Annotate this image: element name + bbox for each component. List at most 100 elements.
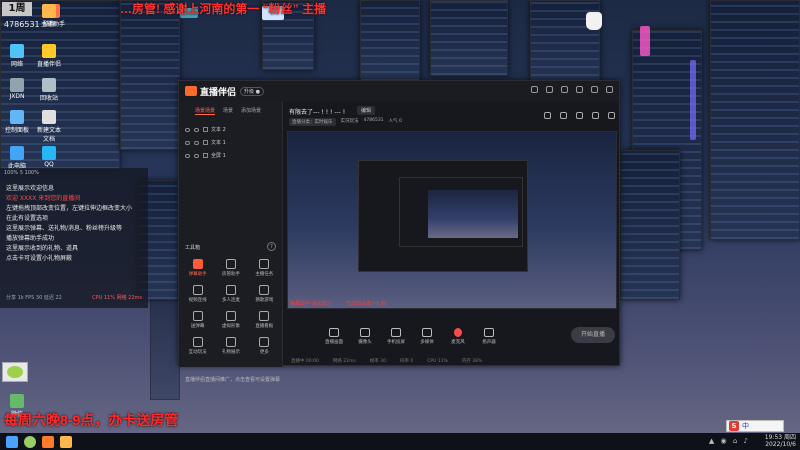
source-item[interactable]: 文本 2 (179, 123, 282, 136)
chat-message: 这里展示欢迎信息 (6, 185, 55, 192)
screen-capture-button[interactable]: 直播画面 (323, 327, 345, 345)
source-label: 文本 2 (211, 127, 226, 133)
tool-icon (225, 259, 236, 269)
settings-icon[interactable] (592, 112, 599, 119)
tool-button[interactable]: 虚拟形象 (214, 311, 247, 329)
upgrade-pill[interactable]: 升级 ● (240, 86, 264, 96)
source-item[interactable]: 文本 1 (179, 136, 282, 149)
lock-icon[interactable] (576, 112, 583, 119)
chat-messages: 这里展示欢迎信息 欢迎 XXXX 来到您的直播间 左键拖拽顶部改变位置，左键拉伸边框… (0, 184, 148, 264)
mail-icon[interactable] (546, 86, 553, 93)
tool-icon (225, 311, 236, 321)
speaker-button[interactable]: 扬声器 (478, 327, 500, 345)
phone-cast-button[interactable]: 手机投屏 (385, 327, 407, 345)
action-label: 麦克风 (451, 339, 465, 345)
unlock-icon[interactable] (560, 112, 567, 119)
tool-button[interactable]: 更多 (248, 337, 281, 355)
menu-icon[interactable] (561, 86, 568, 93)
chat-message: 在此有设置选项 (6, 215, 49, 222)
desktop-icon[interactable]: 直播伴侣 (36, 44, 62, 68)
minimize-button[interactable] (576, 86, 583, 93)
tool-button[interactable]: 猜歌游戏 (248, 285, 281, 303)
close-button[interactable] (606, 86, 613, 93)
tool-icon (259, 259, 270, 269)
start-icon[interactable] (6, 435, 18, 448)
desktop-icon[interactable]: 网络 (4, 44, 30, 68)
eye-icon[interactable] (185, 153, 190, 158)
chat-stats-right: CPU 11% 网络 22ms (92, 295, 142, 301)
desktop-icon[interactable]: QQ (36, 146, 62, 168)
tool-icon (225, 285, 236, 295)
eye-icon[interactable] (185, 140, 190, 145)
tool-label: 房管助手 (221, 272, 240, 277)
chat-stats: 分享 1k FPS 30 延迟 22 CPU 11% 网络 22ms (0, 294, 148, 301)
chat-message: 这里展示收到的礼物、道具 (6, 245, 79, 252)
tool-button[interactable]: 视频连线 (181, 285, 214, 303)
app-shortcut-icon (42, 4, 56, 18)
tool-button[interactable]: 多人连麦 (214, 285, 247, 303)
tab-add-scene[interactable]: 添加场景 (241, 107, 261, 115)
tool-button[interactable]: 直播看板 (248, 311, 281, 329)
screen-capture-icon (329, 327, 339, 337)
tab-scene-main[interactable]: 场景场景 (195, 107, 216, 115)
tray-icons[interactable]: ▲ ◉ ⌂ ♪ (709, 437, 750, 445)
desktop-icon[interactable]: JXDN (4, 78, 30, 100)
room-meta: 直播分类：实时娱乐 实况玩法 4786531 人气 0 (289, 118, 402, 126)
room-category[interactable]: 直播分类：实时娱乐 (289, 118, 336, 126)
maximize-button[interactable] (591, 86, 598, 93)
source-label: 文本 1 (211, 140, 226, 146)
share-icon[interactable] (608, 112, 615, 119)
desktop-icon[interactable]: 回收站 (36, 78, 62, 102)
desktop-icon[interactable]: 新建文本文档 (36, 110, 62, 143)
pet-widget[interactable] (2, 362, 28, 382)
cat-icon (586, 12, 602, 30)
status-item: 码率 0 (399, 359, 414, 364)
bottom-notice[interactable]: 直播伴侣直播间推广，点击查看可设置弹幕 (185, 376, 280, 383)
tool-button[interactable]: 礼物展示 (214, 337, 247, 355)
tool-button[interactable]: 送弹幕 (181, 311, 214, 329)
room-title: 有限去了--- ! ! ! --- ! (289, 109, 346, 116)
tool-button[interactable]: 房管助手 (214, 259, 247, 277)
lock-icon[interactable] (194, 127, 199, 132)
action-label: 摄像头 (358, 339, 372, 345)
browser-icon[interactable] (24, 435, 36, 448)
lock-icon[interactable] (194, 153, 199, 158)
edit-room-button[interactable]: 编辑 (357, 106, 376, 115)
lock-icon[interactable] (194, 140, 199, 145)
app-shortcut-icon (10, 44, 24, 58)
camera-button[interactable]: 摄像头 (354, 327, 376, 345)
phone-cast-icon (391, 327, 401, 337)
left-panel: 场景场景 场景 添加场景 文本 2 文本 1 全屏 1 工具箱 ? 弹幕助手 房管… (179, 101, 283, 383)
gift-icon[interactable] (544, 112, 551, 119)
ime-toolbar[interactable]: S中 (726, 420, 784, 432)
media-button[interactable]: 多媒体 (416, 327, 438, 345)
desktop-icon[interactable]: 此电脑 (4, 146, 30, 170)
tool-button[interactable]: 互动玩法 (181, 337, 214, 355)
nested-preview (358, 160, 528, 272)
text-source-icon (203, 127, 208, 132)
overlay-badge: 1周 (2, 2, 32, 16)
start-live-button[interactable]: 开始直播 (571, 327, 615, 343)
action-label: 手机投屏 (387, 339, 405, 345)
source-item[interactable]: 全屏 1 (179, 149, 282, 162)
tool-button[interactable]: 弹幕助手 (181, 259, 214, 277)
tool-icon (259, 285, 270, 295)
help-icon[interactable]: ? (267, 242, 276, 251)
desktop-icon[interactable]: 酷狗 (36, 4, 62, 28)
tool-button[interactable]: 主播任务 (248, 259, 281, 277)
tool-icon (192, 285, 203, 295)
stream-preview[interactable]: 弹幕助手-添加成功 已成功设置小礼物 (287, 131, 617, 309)
desktop-icon[interactable]: 控制面板 (4, 110, 30, 134)
headset-icon[interactable] (531, 86, 538, 93)
desktop-icon-label: 回收站 (39, 95, 58, 102)
app-shortcut-icon (42, 110, 56, 124)
ime-mode[interactable]: 中 (742, 421, 749, 431)
live-companion-task-icon[interactable] (42, 435, 54, 448)
media-icon (422, 327, 432, 337)
title-bar[interactable]: 直播伴侣 升级 ● (179, 81, 619, 101)
eye-icon[interactable] (185, 127, 190, 132)
kugou-icon[interactable] (60, 435, 72, 448)
clock[interactable]: 19:53 周四 2022/10/6 (765, 434, 796, 448)
tab-scene[interactable]: 场景 (223, 107, 233, 115)
mic-button[interactable]: 麦克风 (447, 327, 469, 345)
